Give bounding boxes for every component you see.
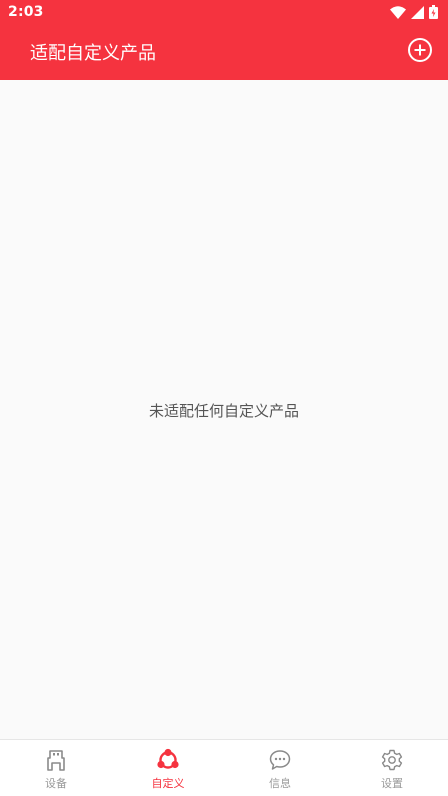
chat-bubble-icon: [268, 748, 292, 772]
app-bar: 适配自定义产品: [0, 24, 448, 80]
page-title: 适配自定义产品: [30, 43, 156, 64]
usb-device-icon: [44, 748, 68, 772]
status-bar: 2:03: [0, 0, 448, 24]
nav-item-devices[interactable]: 设备: [0, 740, 112, 796]
status-time: 2:03: [8, 4, 44, 20]
nav-item-settings[interactable]: 设置: [336, 740, 448, 796]
main-content: 未适配任何自定义产品: [0, 80, 448, 739]
nav-label-devices: 设备: [45, 776, 67, 790]
cell-signal-icon: [411, 5, 424, 19]
empty-state-message: 未适配任何自定义产品: [148, 402, 299, 420]
add-button[interactable]: [406, 38, 434, 66]
nav-item-custom[interactable]: 自定义: [112, 740, 224, 796]
nav-label-messages: 信息: [269, 776, 291, 790]
status-icons: [390, 5, 438, 19]
nav-label-custom: 自定义: [151, 776, 185, 790]
add-circle-icon: [407, 37, 433, 67]
battery-icon: [429, 5, 438, 19]
wifi-icon: [390, 5, 406, 19]
nav-label-settings: 设置: [381, 776, 403, 790]
custom-nodes-icon: [156, 748, 180, 772]
gear-icon: [380, 748, 404, 772]
nav-item-messages[interactable]: 信息: [224, 740, 336, 796]
bottom-navigation: 设备 自定义 信息 设置: [0, 739, 448, 796]
